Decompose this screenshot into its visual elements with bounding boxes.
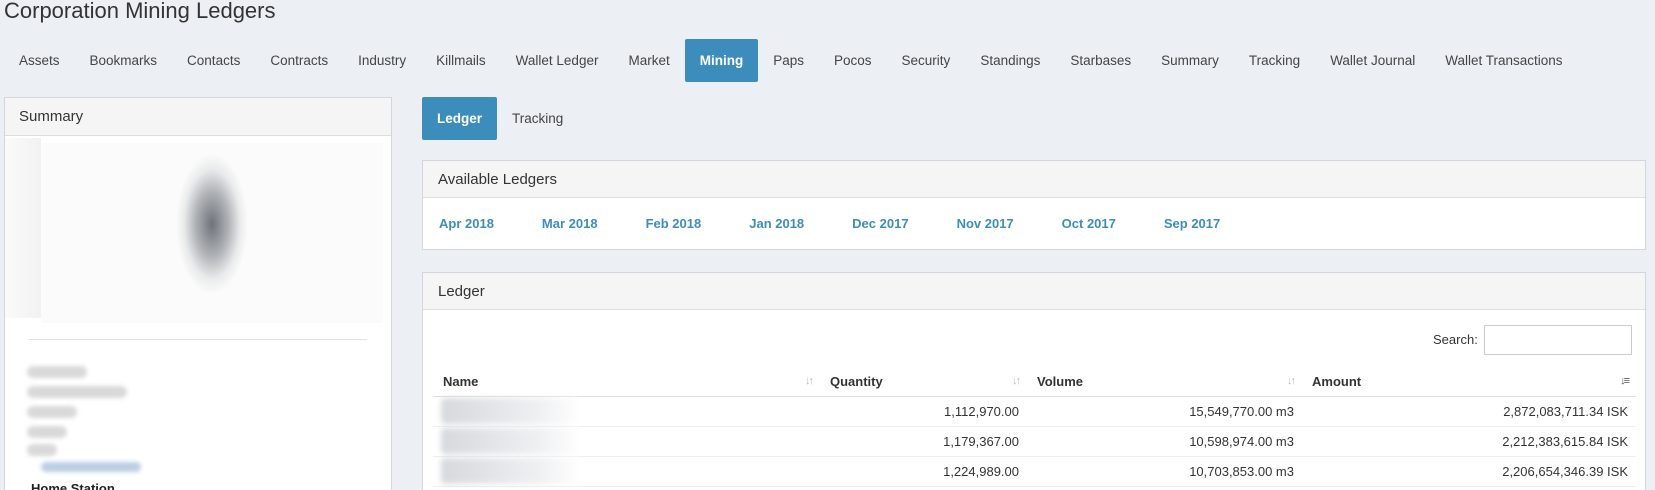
tab-starbases[interactable]: Starbases	[1055, 39, 1146, 82]
summary-panel: Summary Home Station	[4, 97, 392, 490]
month-link-sep-2017[interactable]: Sep 2017	[1164, 216, 1220, 231]
tab-bookmarks[interactable]: Bookmarks	[75, 39, 173, 82]
month-link-oct-2017[interactable]: Oct 2017	[1062, 216, 1116, 231]
month-link-mar-2018[interactable]: Mar 2018	[542, 216, 598, 231]
month-links: Apr 2018 Mar 2018 Feb 2018 Jan 2018 Dec …	[439, 216, 1268, 231]
cell-amount: 2,872,083,711.34 ISK	[1302, 396, 1636, 427]
tab-contracts[interactable]: Contracts	[255, 39, 343, 82]
ledger-box: Ledger Search: Name ↓↑ Quantity ↓↑ Volume ↓…	[422, 272, 1646, 490]
tab-wallet-ledger[interactable]: Wallet Ledger	[501, 39, 614, 82]
column-header-label: Amount	[1312, 373, 1362, 389]
ledger-title: Ledger	[423, 273, 1645, 310]
tab-security[interactable]: Security	[887, 39, 966, 82]
cell-volume: 15,549,770.00 m3	[1027, 396, 1302, 427]
mining-subtabs: Ledger Tracking	[422, 97, 578, 140]
tab-killmails[interactable]: Killmails	[421, 39, 501, 82]
column-header-label: Name	[443, 373, 479, 389]
tab-wallet-transactions[interactable]: Wallet Transactions	[1430, 39, 1577, 82]
cell-volume: 10,598,974.00 m3	[1027, 426, 1302, 457]
ledger-table: Name ↓↑ Quantity ↓↑ Volume ↓↑ Amount ↓≡ 1,11…	[433, 367, 1636, 487]
summary-panel-title: Summary	[5, 98, 391, 136]
avatar	[41, 143, 383, 323]
blurred-info-line	[27, 426, 67, 438]
blurred-name	[441, 458, 581, 484]
search-label: Search:	[1433, 332, 1478, 347]
month-link-jan-2018[interactable]: Jan 2018	[749, 216, 804, 231]
blurred-info-line	[27, 444, 57, 456]
summary-divider	[29, 339, 367, 340]
home-station-label: Home Station	[31, 481, 115, 490]
tab-mining[interactable]: Mining	[684, 39, 759, 82]
subtab-ledger[interactable]: Ledger	[422, 97, 498, 140]
column-header-amount[interactable]: Amount ↓≡	[1302, 367, 1636, 397]
sort-both-icon[interactable]: ↓↑	[805, 375, 814, 387]
tab-market[interactable]: Market	[613, 39, 684, 82]
cell-quantity: 1,112,970.00	[820, 396, 1027, 427]
tab-paps[interactable]: Paps	[758, 39, 819, 82]
month-link-apr-2018[interactable]: Apr 2018	[439, 216, 494, 231]
table-row[interactable]: 1,112,970.00 15,549,770.00 m3 2,872,083,…	[433, 396, 1636, 427]
available-ledgers-box: Available Ledgers Apr 2018 Mar 2018 Feb …	[422, 160, 1646, 250]
sort-both-icon[interactable]: ↓↑	[1012, 375, 1021, 387]
tab-industry[interactable]: Industry	[343, 39, 421, 82]
table-row[interactable]: 1,224,989.00 10,703,853.00 m3 2,206,654,…	[433, 456, 1636, 487]
cell-name	[433, 456, 820, 487]
avatar-background	[5, 138, 41, 318]
tab-tracking[interactable]: Tracking	[1234, 39, 1315, 82]
tab-pocos[interactable]: Pocos	[819, 39, 887, 82]
cell-amount: 2,212,383,615.84 ISK	[1302, 426, 1636, 457]
cell-name	[433, 396, 820, 427]
sort-both-icon[interactable]: ↓↑	[1287, 375, 1296, 387]
month-link-nov-2017[interactable]: Nov 2017	[957, 216, 1014, 231]
tab-wallet-journal[interactable]: Wallet Journal	[1315, 39, 1430, 82]
table-row[interactable]: 1,179,367.00 10,598,974.00 m3 2,212,383,…	[433, 426, 1636, 457]
subtab-tracking[interactable]: Tracking	[497, 97, 578, 140]
sort-desc-icon[interactable]: ↓≡	[1620, 375, 1630, 387]
tab-assets[interactable]: Assets	[4, 39, 75, 82]
available-ledgers-title: Available Ledgers	[423, 161, 1645, 198]
blurred-name	[441, 398, 581, 424]
month-link-feb-2018[interactable]: Feb 2018	[646, 216, 702, 231]
blurred-link[interactable]	[41, 462, 141, 472]
blurred-info-line	[27, 386, 127, 398]
column-header-label: Quantity	[830, 373, 883, 389]
tab-standings[interactable]: Standings	[965, 39, 1055, 82]
table-header-row: Name ↓↑ Quantity ↓↑ Volume ↓↑ Amount ↓≡	[433, 367, 1636, 397]
cell-quantity: 1,179,367.00	[820, 426, 1027, 457]
tab-contacts[interactable]: Contacts	[172, 39, 255, 82]
tab-summary[interactable]: Summary	[1146, 39, 1234, 82]
column-header-label: Volume	[1037, 373, 1083, 389]
cell-volume: 10,703,853.00 m3	[1027, 456, 1302, 487]
column-header-quantity[interactable]: Quantity ↓↑	[820, 367, 1027, 397]
cell-amount: 2,206,654,346.39 ISK	[1302, 456, 1636, 487]
month-link-dec-2017[interactable]: Dec 2017	[852, 216, 908, 231]
cell-quantity: 1,224,989.00	[820, 456, 1027, 487]
blurred-info-line	[27, 366, 87, 378]
cell-name	[433, 426, 820, 457]
page-title: Corporation Mining Ledgers	[4, 0, 276, 23]
column-header-volume[interactable]: Volume ↓↑	[1027, 367, 1302, 397]
blurred-name	[441, 428, 581, 454]
main-nav-tabs: Assets Bookmarks Contacts Contracts Indu…	[4, 39, 1578, 82]
column-header-name[interactable]: Name ↓↑	[433, 367, 820, 397]
search-input[interactable]	[1484, 325, 1632, 355]
blurred-info-line	[27, 406, 77, 418]
